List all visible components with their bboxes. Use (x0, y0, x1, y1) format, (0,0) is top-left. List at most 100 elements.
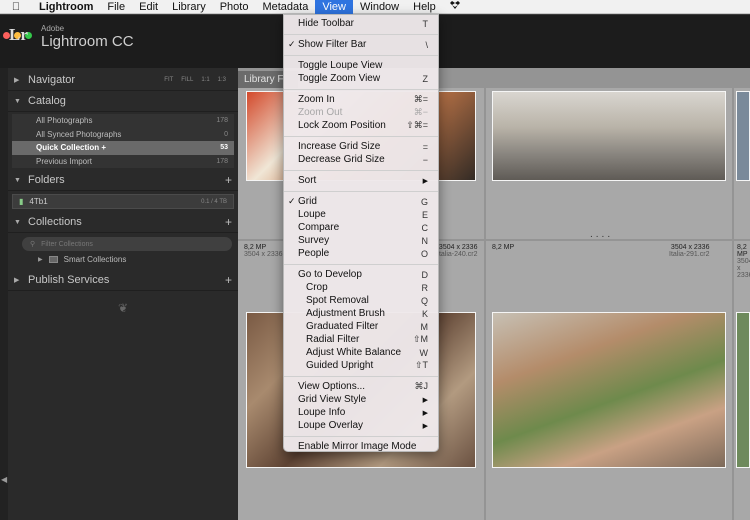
add-publish-service-icon[interactable]: + (225, 273, 238, 287)
catalog-item-all-synced[interactable]: All Synced Photographs 0 (12, 128, 234, 142)
photo-meta: 8,2 MP 3504 x 2336 (244, 244, 283, 258)
menu-item-adjust-white-balance[interactable]: Adjust White Balance W (284, 346, 438, 359)
menu-item-spot-removal[interactable]: Spot Removal Q (284, 294, 438, 307)
menu-file[interactable]: File (100, 0, 132, 14)
zoom-1-3[interactable]: 1:3 (218, 77, 226, 83)
grid-cell[interactable]: 8,2 MP 3504 x 2336 Italia-291.cr2 (486, 241, 732, 520)
menu-separator (284, 435, 438, 437)
panel-header-navigator[interactable]: ▶ Navigator FIT FILL 1:1 1:3 (8, 70, 238, 91)
menu-item-label: Adjustment Brush (306, 308, 385, 319)
menu-item-label: Loupe Overlay (298, 420, 364, 431)
photo-meta: 8,2 MP 3504 x 2336 (737, 244, 750, 279)
collection-smart[interactable]: ▶ Smart Collections (8, 253, 238, 266)
apple-icon[interactable]:  (0, 1, 32, 13)
menu-item-shortcut: R (421, 282, 429, 293)
folder-volume[interactable]: ▮ 4Tb1 0.1 / 4 TB (12, 194, 234, 209)
zoom-fill[interactable]: FILL (181, 77, 193, 83)
menu-item-hide-toolbar[interactable]: Hide Toolbar T (284, 17, 438, 30)
menu-item-toggle-zoom-view[interactable]: Toggle Zoom View Z (284, 72, 438, 85)
add-folder-icon[interactable]: + (225, 173, 238, 187)
menu-item-compare[interactable]: Compare C (284, 221, 438, 234)
menu-app-name[interactable]: Lightroom (32, 0, 100, 14)
menu-item-shortcut: E (421, 209, 428, 220)
zoom-1-1[interactable]: 1:1 (201, 77, 209, 83)
menu-item-shortcut: ⇧⌘= (406, 120, 428, 130)
menu-item-enable-mirror-image-mode[interactable]: Enable Mirror Image Mode (284, 440, 438, 453)
catalog-item-label: Quick Collection + (36, 143, 107, 153)
grid-cell[interactable]: .... (486, 88, 732, 240)
menu-photo[interactable]: Photo (213, 0, 256, 14)
menu-item-increase-grid-size[interactable]: Increase Grid Size = (284, 140, 438, 153)
photo-thumbnail[interactable] (736, 91, 750, 181)
menu-separator (284, 54, 438, 56)
collapse-triangle-icon: ▼ (14, 176, 21, 184)
photo-thumbnail[interactable] (492, 312, 726, 468)
add-collection-icon[interactable]: + (225, 215, 238, 229)
menu-item-go-to-develop[interactable]: Go to Develop D (284, 268, 438, 281)
catalog-item-previous-import[interactable]: Previous Import 178 (12, 155, 234, 169)
menu-item-graduated-filter[interactable]: Graduated Filter M (284, 320, 438, 333)
menu-item-lock-zoom-position[interactable]: Lock Zoom Position ⇧⌘= (284, 119, 438, 132)
brand-name: Lightroom CC (41, 33, 134, 50)
grid-cell[interactable] (734, 88, 750, 239)
menu-item-shortcut: C (421, 222, 429, 233)
menu-item-label: Guided Upright (306, 360, 374, 371)
menu-item-show-filter-bar[interactable]: ✓ Show Filter Bar \ (284, 38, 438, 51)
photo-dimensions: 3504 x 2336 (737, 258, 750, 279)
menu-item-guided-upright[interactable]: Guided Upright ⇧T (284, 359, 438, 372)
grid-cell[interactable]: 8,2 MP 3504 x 2336 (734, 241, 750, 520)
collapse-left-icon[interactable]: ◀ (1, 475, 7, 484)
expand-triangle-icon: ▶ (14, 277, 20, 284)
menu-item-loupe-overlay[interactable]: Loupe Overlay ▶ (284, 419, 438, 432)
menu-item-label: Sort (298, 175, 317, 186)
menu-item-label: Decrease Grid Size (298, 154, 385, 165)
menu-item-sort[interactable]: Sort ▶ (284, 174, 438, 187)
menu-item-label: Toggle Loupe View (298, 60, 383, 71)
menu-item-shortcut: ⌘− (413, 107, 428, 117)
menu-metadata[interactable]: Metadata (255, 0, 315, 14)
collapse-triangle-icon: ▼ (14, 97, 21, 105)
collection-filter-input[interactable]: ⚲ Filter Collections (22, 237, 232, 251)
menu-item-loupe[interactable]: Loupe E (284, 208, 438, 221)
panel-header-publish-services[interactable]: ▶ Publish Services + (8, 270, 238, 291)
menu-item-adjustment-brush[interactable]: Adjustment Brush K (284, 307, 438, 320)
menu-item-grid[interactable]: ✓ Grid G (284, 195, 438, 208)
menu-window[interactable]: Window (353, 0, 406, 14)
menu-item-zoom-in[interactable]: Zoom In ⌘= (284, 93, 438, 106)
left-panel-edge[interactable]: ◀ (0, 68, 8, 520)
catalog-item-all-photographs[interactable]: All Photographs 178 (12, 114, 234, 128)
checkmark-icon: ✓ (288, 196, 296, 206)
menu-view[interactable]: View (315, 0, 353, 14)
menu-item-radial-filter[interactable]: Radial Filter ⇧M (284, 333, 438, 346)
panel-header-folders[interactable]: ▼ Folders + (8, 170, 238, 191)
dropbox-icon[interactable] (443, 0, 467, 14)
menu-item-shortcut: ⌘J (414, 381, 429, 391)
catalog-item-quick-collection[interactable]: Quick Collection + 53 (12, 141, 234, 155)
menu-item-people[interactable]: People O (284, 247, 438, 260)
photo-thumbnail[interactable] (736, 312, 750, 468)
menu-item-label: Radial Filter (306, 334, 360, 345)
photo-filename: Italia-291.cr2 (669, 251, 710, 258)
lightroom-logo-icon: Lr (9, 25, 28, 44)
menu-item-crop[interactable]: Crop R (284, 281, 438, 294)
photo-thumbnail[interactable] (492, 91, 726, 181)
catalog-list: All Photographs 178 All Synced Photograp… (12, 114, 234, 168)
menu-item-label: Graduated Filter (306, 321, 379, 332)
panel-header-catalog[interactable]: ▼ Catalog (8, 91, 238, 112)
collection-filter-placeholder: Filter Collections (41, 240, 93, 248)
menu-help[interactable]: Help (406, 0, 443, 14)
menu-item-toggle-loupe-view[interactable]: Toggle Loupe View (284, 59, 438, 72)
menu-item-survey[interactable]: Survey N (284, 234, 438, 247)
menu-item-grid-view-style[interactable]: Grid View Style ▶ (284, 393, 438, 406)
panel-header-collections[interactable]: ▼ Collections + (8, 212, 238, 233)
menu-item-loupe-info[interactable]: Loupe Info ▶ (284, 406, 438, 419)
menu-item-view-options[interactable]: View Options... ⌘J (284, 380, 438, 393)
menu-item-label: Lock Zoom Position (298, 120, 386, 131)
panel-title: Catalog (28, 95, 66, 107)
menu-library[interactable]: Library (165, 0, 213, 14)
photo-meta: 8,2 MP (492, 244, 514, 251)
menu-edit[interactable]: Edit (132, 0, 165, 14)
menu-item-zoom-out: Zoom Out ⌘− (284, 106, 438, 119)
menu-item-decrease-grid-size[interactable]: Decrease Grid Size − (284, 153, 438, 166)
zoom-fit[interactable]: FIT (164, 77, 173, 83)
